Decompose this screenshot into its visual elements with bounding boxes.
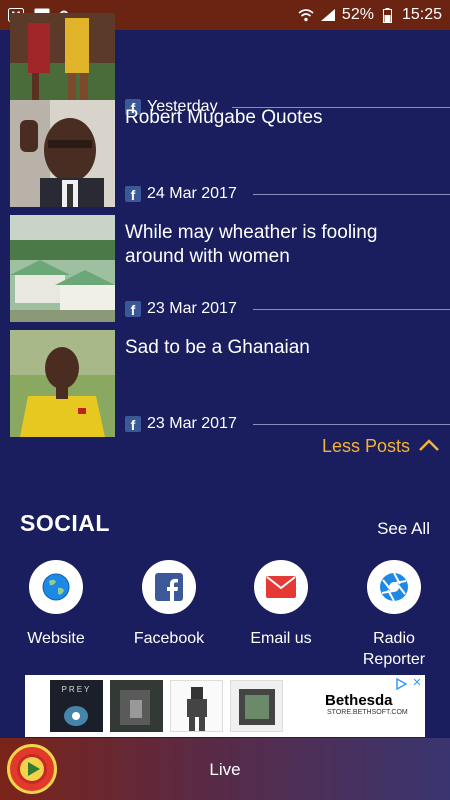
facebook-icon: f (125, 416, 141, 432)
ad-image (230, 680, 283, 732)
post-item[interactable]: Robert Mugabe Quotes f 24 Mar 2017 (0, 100, 450, 207)
post-thumbnail (10, 100, 115, 207)
post-meta: f 24 Mar 2017 (125, 185, 237, 203)
ad-banner[interactable]: PREY Bethesda STORE.BETHSOFT.COM ✕ (25, 675, 425, 737)
facebook-icon (142, 560, 196, 614)
post-thumbnail (10, 330, 115, 437)
social-email[interactable]: Email us (236, 560, 326, 649)
email-icon (254, 560, 308, 614)
ad-image (110, 680, 163, 732)
camera-aperture-icon (367, 560, 421, 614)
ad-url: STORE.BETHSOFT.COM (327, 709, 408, 716)
player-bar[interactable]: Live (0, 738, 450, 800)
post-thumbnail (10, 215, 115, 322)
globe-icon (29, 560, 83, 614)
post-date: 24 Mar 2017 (147, 185, 237, 202)
divider (253, 309, 450, 310)
less-posts-button[interactable]: Less Posts (322, 436, 440, 457)
social-label: Radio Reporter (362, 630, 426, 668)
post-meta: f 23 Mar 2017 (125, 415, 237, 433)
divider (253, 194, 450, 195)
adchoices-icon[interactable] (395, 677, 408, 691)
post-title: Sad to be a Ghanaian (125, 337, 310, 358)
close-icon[interactable]: ✕ (411, 677, 423, 689)
ad-image: PREY (50, 680, 103, 732)
player-label: Live (209, 760, 241, 779)
post-title: Robert Mugabe Quotes (125, 107, 323, 128)
social-label: Facebook (133, 630, 205, 647)
post-item[interactable]: While may wheather is fooling around wit… (0, 215, 450, 322)
chevron-up-icon (418, 436, 440, 457)
see-all-link[interactable]: See All (377, 519, 430, 539)
facebook-icon: f (125, 301, 141, 317)
social-label: Email us (250, 630, 312, 647)
social-website[interactable]: Website (11, 560, 101, 649)
ad-image (170, 680, 223, 732)
social-label: Website (27, 630, 85, 647)
post-meta: f 23 Mar 2017 (125, 300, 237, 318)
post-item[interactable]: Sad to be a Ghanaian f 23 Mar 2017 (0, 330, 450, 437)
facebook-icon: f (125, 186, 141, 202)
social-heading: SOCIAL (20, 510, 110, 536)
ad-brand: Bethesda (325, 692, 393, 709)
social-radio-reporter[interactable]: Radio Reporter (349, 560, 439, 670)
ad-game-title: PREY (61, 685, 92, 694)
divider (253, 424, 450, 425)
social-facebook[interactable]: Facebook (124, 560, 214, 649)
post-date: 23 Mar 2017 (147, 415, 237, 432)
post-title: While may wheather is fooling around wit… (125, 222, 378, 267)
post-date: 23 Mar 2017 (147, 300, 237, 317)
less-posts-label: Less Posts (321, 436, 410, 456)
